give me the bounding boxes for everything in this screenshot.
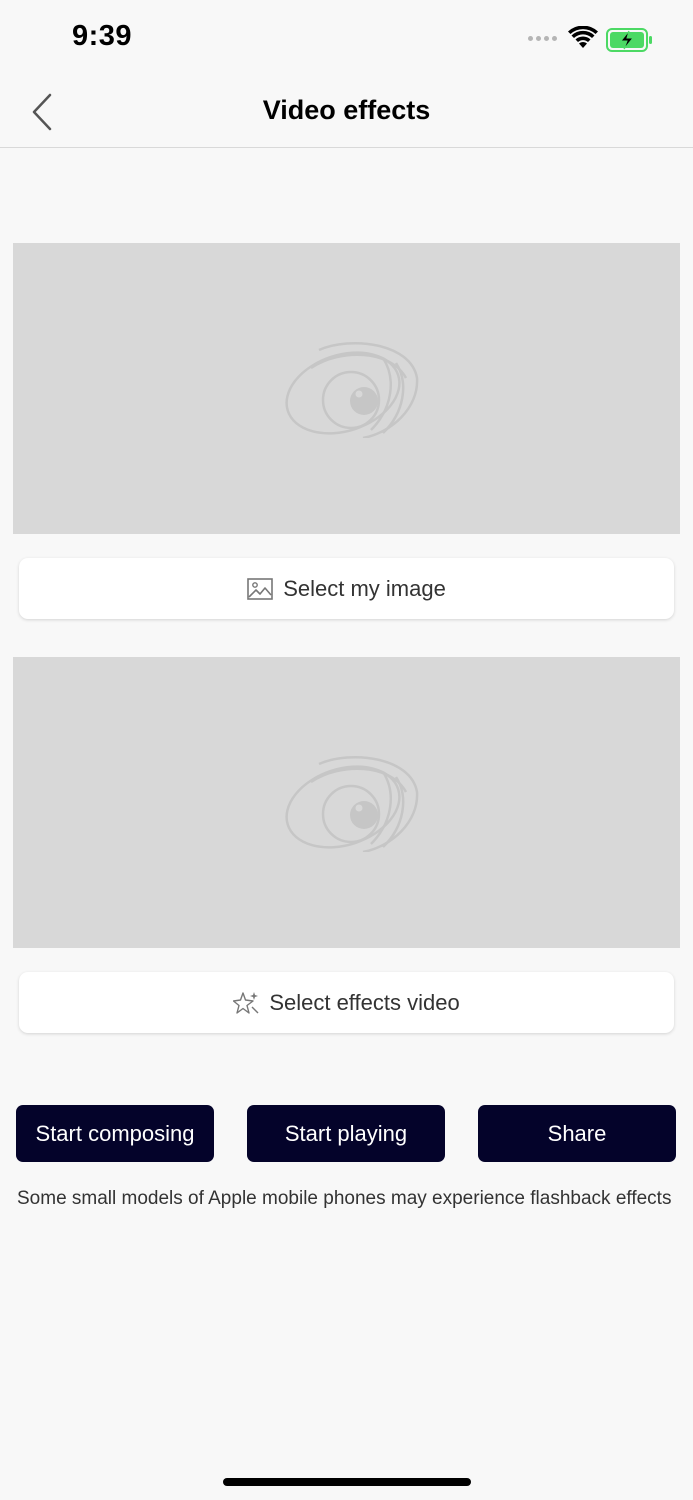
battery-charging-icon: [606, 28, 652, 52]
eye-logo-icon: [285, 756, 419, 852]
image-icon: [247, 577, 273, 600]
sparkle-star-icon: [233, 991, 259, 1014]
screen: 9:39 Video effects Select my image Selec…: [0, 0, 693, 1500]
notice-text: Some small models of Apple mobile phones…: [17, 1188, 672, 1209]
nav-bar: Video effects: [0, 80, 693, 148]
signal-icon: [528, 36, 557, 41]
select-image-button[interactable]: Select my image: [19, 558, 674, 619]
start-playing-button[interactable]: Start playing: [247, 1105, 445, 1162]
eye-logo-icon: [285, 342, 419, 438]
wifi-icon: [568, 26, 598, 48]
select-video-label: Select effects video: [269, 989, 460, 1015]
page-title: Video effects: [262, 95, 431, 125]
start-composing-button[interactable]: Start composing: [16, 1105, 214, 1162]
select-effects-video-button[interactable]: Select effects video: [19, 972, 674, 1033]
video-preview: [13, 657, 680, 948]
home-indicator[interactable]: [223, 1478, 471, 1486]
status-bar: 9:39: [0, 0, 693, 80]
select-image-label: Select my image: [283, 575, 446, 601]
share-button[interactable]: Share: [478, 1105, 676, 1162]
status-time: 9:39: [72, 20, 133, 52]
image-preview: [13, 243, 680, 534]
